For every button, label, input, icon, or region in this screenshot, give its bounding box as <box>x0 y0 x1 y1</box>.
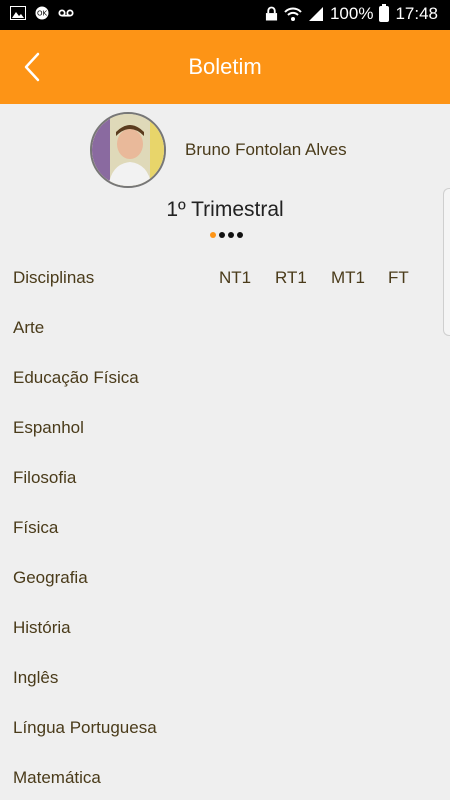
app-bar: Boletim <box>0 30 450 104</box>
header-mt1: MT1 <box>331 268 365 287</box>
subject-name: Matemática <box>13 768 101 787</box>
status-bar: OK 100% 17:48 <box>0 0 450 30</box>
page-title: Boletim <box>188 54 262 79</box>
student-name: Bruno Fontolan Alves <box>185 140 347 159</box>
subject-name: Geografia <box>13 568 88 587</box>
pager-dot[interactable] <box>228 232 234 238</box>
status-time: 17:48 <box>395 4 438 23</box>
subject-name: Educação Física <box>13 368 139 387</box>
subject-name: Filosofia <box>13 468 77 487</box>
avatar <box>90 112 166 188</box>
period-title: 1º Trimestral <box>166 198 284 221</box>
pager-dot[interactable] <box>237 232 243 238</box>
table-row[interactable]: História <box>0 602 450 652</box>
image-icon <box>10 6 26 20</box>
table-row[interactable]: Arte <box>0 302 450 352</box>
avatar-photo <box>92 114 164 186</box>
subject-name: História <box>13 618 71 637</box>
table-row[interactable]: Filosofia <box>0 452 450 502</box>
wifi-icon <box>284 7 302 21</box>
pager-dot-active[interactable] <box>210 232 216 238</box>
table-row[interactable]: Geografia <box>0 552 450 602</box>
signal-icon <box>308 7 323 21</box>
table-header: Disciplinas NT1 RT1 MT1 FT <box>0 252 450 302</box>
period-pager[interactable] <box>210 232 243 238</box>
subject-name: Língua Portuguesa <box>13 718 157 737</box>
svg-text:OK: OK <box>37 10 48 18</box>
subject-name: Espanhol <box>13 418 84 437</box>
subject-name: Inglês <box>13 668 59 687</box>
subject-name: Arte <box>13 318 45 337</box>
header-ft: FT <box>388 268 409 287</box>
table-row[interactable]: Espanhol <box>0 402 450 452</box>
table-row[interactable]: Inglês <box>0 652 450 702</box>
status-bar-right: 100% 17:48 <box>265 4 438 24</box>
pager-dot[interactable] <box>219 232 225 238</box>
table-row[interactable]: Educação Física <box>0 352 450 402</box>
table-row[interactable]: Língua Portuguesa <box>0 702 450 752</box>
ok-icon: OK <box>35 6 49 20</box>
header-rt1: RT1 <box>275 268 307 287</box>
subject-name: Física <box>13 518 59 537</box>
status-bar-left-icons: OK <box>10 6 74 20</box>
header-nt1: NT1 <box>219 268 252 287</box>
lock-icon <box>265 6 278 21</box>
header-disciplinas: Disciplinas <box>13 268 95 287</box>
table-row[interactable]: Matemática <box>0 752 450 800</box>
battery-icon <box>379 4 390 22</box>
battery-percentage: 100% <box>329 4 374 23</box>
voicemail-icon <box>58 9 74 17</box>
table-row[interactable]: Física <box>0 502 450 552</box>
